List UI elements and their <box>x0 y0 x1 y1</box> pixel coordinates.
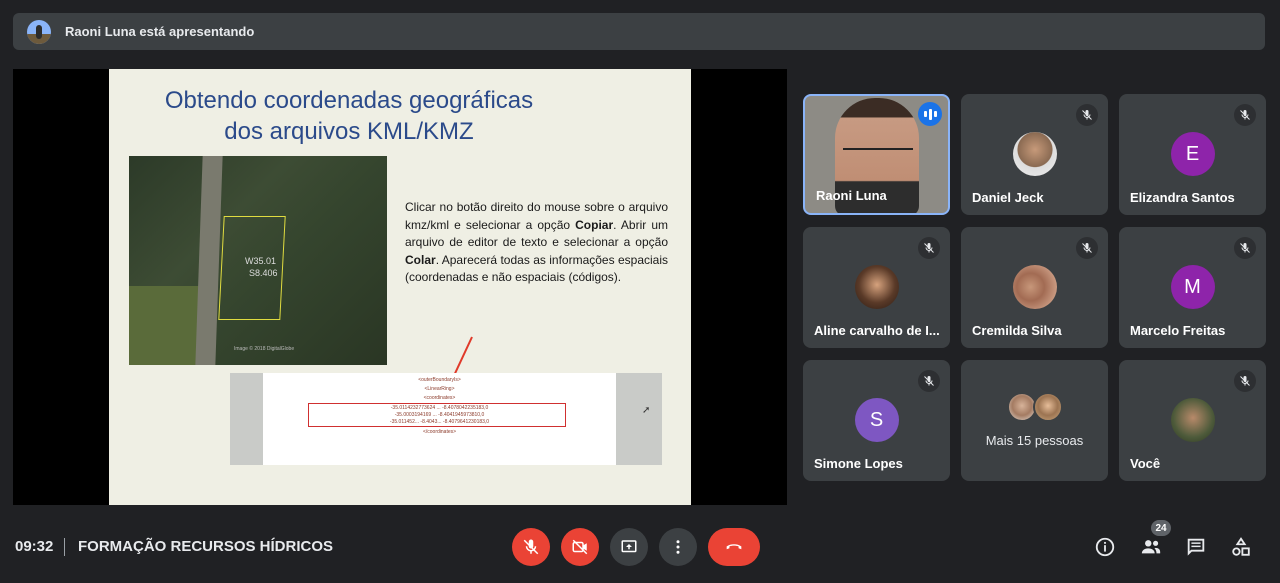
camera-off-icon <box>572 539 588 555</box>
slide-body-text: Clicar no botão direito do mouse sobre o… <box>405 199 668 287</box>
code-screenshot: <outerBoundaryIs> <LinearRing> <coordina… <box>230 373 662 465</box>
separator <box>64 538 65 556</box>
speaking-indicator-icon <box>918 102 942 126</box>
participant-count-badge: 24 <box>1151 520 1171 536</box>
participant-name: Você <box>1130 456 1161 471</box>
highlight-box <box>308 403 566 427</box>
mic-off-icon <box>1076 104 1098 126</box>
participant-name: Raoni Luna <box>816 188 887 203</box>
chat-button[interactable] <box>1183 534 1209 560</box>
more-options-button[interactable] <box>659 528 697 566</box>
camera-toggle-button[interactable] <box>561 528 599 566</box>
code-line: <coordinates> <box>423 395 456 401</box>
code-line: <outerBoundaryIs> <box>418 377 461 383</box>
participant-tile-aline-carvalho[interactable]: Aline carvalho de I... <box>803 227 950 348</box>
participant-name: Cremilda Silva <box>972 323 1062 338</box>
more-vert-icon <box>676 540 680 554</box>
participant-name: Aline carvalho de I... <box>814 323 939 338</box>
body-bold-colar: Colar <box>405 252 436 267</box>
image-label-latitude: S8.406 <box>249 268 278 278</box>
presentation-screen[interactable]: Obtendo coordenadas geográficas dos arqu… <box>13 69 787 505</box>
code-panel: <outerBoundaryIs> <LinearRing> <coordina… <box>263 373 616 465</box>
participant-avatar: M <box>1170 265 1215 309</box>
participant-tile-elizandra-santos[interactable]: E Elizandra Santos <box>1119 94 1266 215</box>
slide: Obtendo coordenadas geográficas dos arqu… <box>109 69 691 505</box>
meeting-details-button[interactable] <box>1092 534 1118 560</box>
mic-off-icon <box>918 237 940 259</box>
present-screen-button[interactable] <box>610 528 648 566</box>
activities-button[interactable] <box>1228 534 1254 560</box>
mic-toggle-button[interactable] <box>512 528 550 566</box>
body-text-3: . Aparecerá todas as informações espacia… <box>405 252 668 285</box>
presenting-banner: Raoni Luna está apresentando <box>13 13 1265 50</box>
image-credit: Image © 2018 DigitalGlobe <box>234 346 295 352</box>
mic-off-icon <box>1076 237 1098 259</box>
road <box>195 156 223 365</box>
mouse-cursor-icon: ➚ <box>642 405 651 416</box>
presenting-text: Raoni Luna está apresentando <box>65 24 255 39</box>
people-icon <box>1141 540 1161 554</box>
activities-icon <box>1232 537 1250 556</box>
participant-tile-marcelo-freitas[interactable]: M Marcelo Freitas <box>1119 227 1266 348</box>
code-line: </coordinates> <box>422 429 457 435</box>
participant-name: Daniel Jeck <box>972 190 1044 205</box>
meeting-title: FORMAÇÃO RECURSOS HÍDRICOS <box>78 538 334 555</box>
slide-title-line-2: dos arquivos KML/KMZ <box>224 118 474 145</box>
participant-tile-raoni-luna[interactable]: Raoni Luna <box>803 94 950 215</box>
info-icon <box>1095 537 1115 557</box>
image-label-longitude: W35.01 <box>245 256 277 266</box>
participant-avatar: S <box>854 398 899 442</box>
participant-tile-daniel-jeck[interactable]: Daniel Jeck <box>961 94 1108 215</box>
satellite-image: W35.01 S8.406 Image © 2018 DigitalGlobe <box>129 156 387 365</box>
participant-avatar: E <box>1170 132 1215 176</box>
mic-off-icon <box>1234 237 1256 259</box>
glasses <box>843 148 913 164</box>
mic-off-icon <box>523 539 539 555</box>
present-icon <box>621 540 637 553</box>
leave-call-button[interactable] <box>708 528 760 566</box>
participant-tile-cremilda-silva[interactable]: Cremilda Silva <box>961 227 1108 348</box>
chat-icon <box>1187 538 1205 556</box>
bottom-control-bar: 09:32 FORMAÇÃO RECURSOS HÍDRICOS 24 <box>0 512 1280 583</box>
participant-avatar <box>1170 398 1215 442</box>
slide-title: Obtendo coordenadas geográficas dos arqu… <box>129 85 569 147</box>
call-end-icon <box>726 544 742 550</box>
participant-avatar <box>854 265 899 309</box>
mic-off-icon <box>918 370 940 392</box>
participant-avatar <box>1012 132 1057 176</box>
code-line: <LinearRing> <box>424 386 455 392</box>
body-bold-copiar: Copiar <box>575 217 614 232</box>
people-button[interactable] <box>1138 534 1164 560</box>
field-patch <box>129 286 199 365</box>
meeting-clock: 09:32 <box>15 538 54 555</box>
participant-tile-simone-lopes[interactable]: S Simone Lopes <box>803 360 950 481</box>
more-participants-tile[interactable]: Mais 15 pessoas <box>961 360 1108 481</box>
participant-name: Elizandra Santos <box>1130 190 1235 205</box>
participant-name: Simone Lopes <box>814 456 903 471</box>
more-participants-avatars <box>1006 392 1063 422</box>
participant-name: Marcelo Freitas <box>1130 323 1226 338</box>
participant-avatar <box>1032 392 1063 422</box>
participant-avatar <box>1012 265 1057 309</box>
mic-off-icon <box>1234 370 1256 392</box>
more-participants-label: Mais 15 pessoas <box>985 433 1084 448</box>
participant-tile-self[interactable]: Você <box>1119 360 1266 481</box>
slide-title-line-1: Obtendo coordenadas geográficas <box>164 87 534 114</box>
presenter-avatar <box>27 19 51 44</box>
mic-off-icon <box>1234 104 1256 126</box>
